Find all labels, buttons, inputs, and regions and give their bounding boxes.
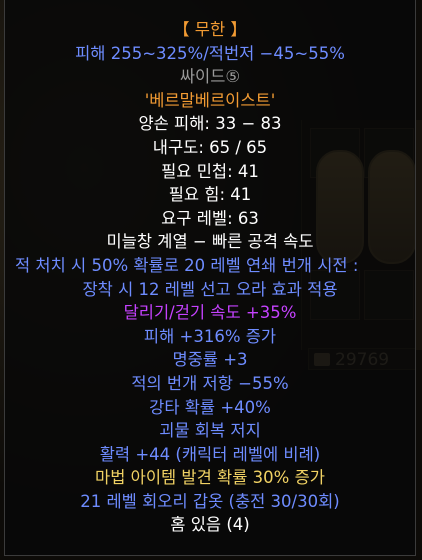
item-modifier: 명중률 +3 xyxy=(172,350,248,370)
item-required-strength: 필요 힘: 41 xyxy=(168,185,252,205)
item-modifier: 장착 시 12 레벨 선고 오라 효과 적용 xyxy=(82,279,338,299)
item-required-level: 요구 레벨: 63 xyxy=(161,208,259,228)
item-modifier: 활력 +44 (캐릭터 레벨에 비례) xyxy=(99,444,321,464)
item-modifier: 괴물 회복 저지 xyxy=(159,421,261,441)
item-modifier: 강타 확률 +40% xyxy=(149,397,271,417)
item-base-type: 싸이드⑤ xyxy=(179,67,241,87)
item-modifier: 마법 아이템 발견 확률 30% 증가 xyxy=(95,468,325,488)
item-modifier: 피해 +316% 증가 xyxy=(143,326,277,346)
item-modifier: 21 레벨 회오리 갑옷 (충전 30/30회) xyxy=(80,491,340,511)
item-sockets: 홈 있음 (4) xyxy=(170,515,250,535)
item-modifier: 피해 255~325%/적번저 −45~55% xyxy=(75,43,345,63)
item-modifier: 적 처치 시 50% 확률로 20 레벨 연쇄 번개 시전 : xyxy=(15,255,359,275)
item-runes: '베르말베르이스트' xyxy=(144,90,276,110)
item-modifier: 달리기/걷기 속도 +35% xyxy=(123,303,297,323)
item-tooltip: 【 무한 】 피해 255~325%/적번저 −45~55% 싸이드⑤ '베르말… xyxy=(4,0,416,556)
item-modifier: 적의 번개 저항 −55% xyxy=(131,373,289,393)
item-damage: 양손 피해: 33 − 83 xyxy=(138,114,282,134)
item-durability: 내구도: 65 / 65 xyxy=(152,137,268,157)
item-weapon-class: 미늘창 계열 − 빠른 공격 속도 xyxy=(106,232,314,252)
item-rune-word-name: 【 무한 】 xyxy=(173,20,247,39)
item-required-dexterity: 필요 민첩: 41 xyxy=(161,161,259,181)
